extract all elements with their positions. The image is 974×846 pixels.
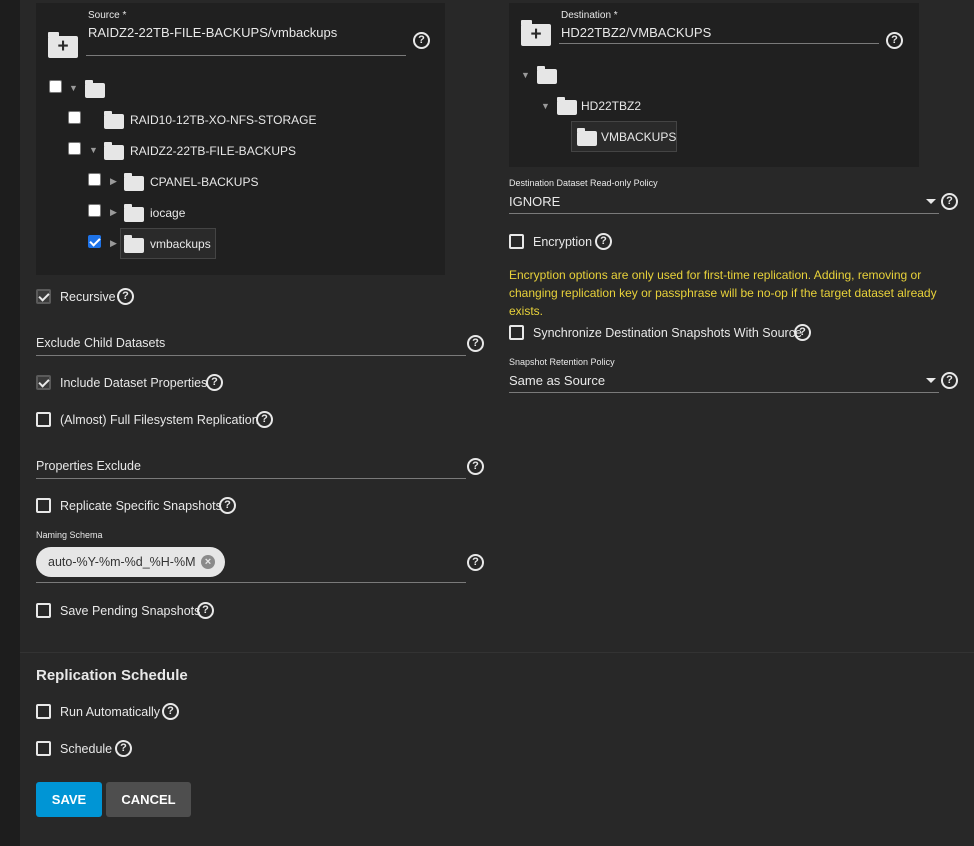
folder-icon [104, 142, 124, 160]
naming-schema-underline [36, 582, 466, 583]
folder-icon [124, 235, 144, 253]
retention-help-icon[interactable]: ? [941, 372, 958, 389]
dest-tree-node-child[interactable]: VMBACKUPS [601, 130, 676, 144]
retention-policy-underline [509, 392, 939, 393]
sync-dest-checkbox[interactable] [509, 325, 524, 340]
add-folder-icon[interactable]: + [48, 32, 78, 58]
tree-root-checkbox[interactable] [49, 80, 62, 93]
full-fs-label: (Almost) Full Filesystem Replication [60, 413, 259, 427]
encryption-checkbox[interactable] [509, 234, 524, 249]
naming-schema-chip[interactable]: auto-%Y-%m-%d_%H-%M [36, 547, 225, 577]
retention-policy-label: Snapshot Retention Policy [509, 357, 615, 367]
source-input[interactable]: RAIDZ2-22TB-FILE-BACKUPS/vmbackups [88, 25, 406, 56]
recursive-label: Recursive [60, 290, 116, 304]
cancel-button[interactable]: CANCEL [106, 782, 191, 817]
readonly-policy-label: Destination Dataset Read-only Policy [509, 178, 658, 188]
naming-schema-chip-text: auto-%Y-%m-%d_%H-%M [48, 555, 196, 569]
chip-remove-icon[interactable]: × [201, 555, 215, 569]
folder-icon [124, 173, 144, 191]
schedule-checkbox[interactable] [36, 741, 51, 756]
include-props-label: Include Dataset Properties [60, 376, 208, 390]
include-props-help-icon[interactable]: ? [206, 374, 223, 391]
save-pending-checkbox[interactable] [36, 603, 51, 618]
save-pending-help-icon[interactable]: ? [197, 602, 214, 619]
destination-input-underline [559, 43, 879, 44]
expand-arrow-icon[interactable]: ▼ [89, 145, 98, 155]
expand-arrow-icon[interactable]: ▼ [521, 70, 530, 80]
readonly-policy-underline [509, 213, 939, 214]
tree-cpanel-checkbox[interactable] [88, 173, 101, 186]
recursive-checkbox[interactable] [36, 289, 51, 304]
folder-icon [557, 97, 577, 115]
destination-tree-box: + Destination * HD22TBZ2/VMBACKUPS ? ▼ ▼… [509, 3, 919, 167]
exclude-child-underline [36, 355, 466, 356]
expand-arrow-icon[interactable]: ▼ [69, 83, 78, 93]
tree-vmbackups-checkbox[interactable] [88, 235, 101, 248]
naming-schema-help-icon[interactable]: ? [467, 554, 484, 571]
naming-schema-label: Naming Schema [36, 530, 103, 540]
source-tree-box: + Source * RAIDZ2-22TB-FILE-BACKUPS/vmba… [36, 3, 445, 275]
expand-arrow-icon[interactable]: ▼ [541, 101, 550, 111]
folder-icon [85, 80, 105, 98]
schedule-label: Schedule [60, 742, 113, 756]
tree-node-raid10[interactable]: RAID10-12TB-XO-NFS-STORAGE [130, 113, 316, 127]
recursive-help-icon[interactable]: ? [117, 288, 134, 305]
folder-icon [537, 66, 557, 84]
run-auto-checkbox[interactable] [36, 704, 51, 719]
sync-dest-help-icon[interactable]: ? [794, 324, 811, 341]
replicate-specific-checkbox[interactable] [36, 498, 51, 513]
destination-help-icon[interactable]: ? [886, 32, 903, 49]
schedule-help-icon[interactable]: ? [115, 740, 132, 757]
replication-form-panel: + Source * RAIDZ2-22TB-FILE-BACKUPS/vmba… [20, 0, 974, 846]
destination-input[interactable]: HD22TBZ2/VMBACKUPS [561, 25, 879, 40]
folder-icon [577, 128, 597, 146]
tree-node-cpanel[interactable]: CPANEL-BACKUPS [150, 175, 258, 189]
collapse-arrow-icon[interactable]: ▶ [110, 238, 117, 249]
encryption-warning: Encryption options are only used for fir… [509, 268, 937, 318]
exclude-child-help-icon[interactable]: ? [467, 335, 484, 352]
tree-raid10-checkbox[interactable] [68, 111, 81, 124]
save-button[interactable]: SAVE [36, 782, 102, 817]
collapse-arrow-icon[interactable]: ▶ [110, 207, 117, 218]
folder-icon [104, 111, 124, 129]
exclude-child-input[interactable]: Exclude Child Datasets [36, 336, 165, 350]
destination-label: Destination * [561, 10, 618, 21]
full-fs-checkbox[interactable] [36, 412, 51, 427]
source-input-underline [86, 55, 406, 56]
tree-node-raidz2[interactable]: RAIDZ2-22TB-FILE-BACKUPS [130, 144, 296, 158]
tree-iocage-checkbox[interactable] [88, 204, 101, 217]
sync-dest-label: Synchronize Destination Snapshots With S… [533, 326, 802, 340]
readonly-policy-help-icon[interactable]: ? [941, 193, 958, 210]
tree-node-vmbackups[interactable]: vmbackups [150, 237, 211, 251]
save-pending-label: Save Pending Snapshots [60, 604, 201, 618]
run-auto-label: Run Automatically [60, 705, 161, 719]
include-props-checkbox[interactable] [36, 375, 51, 390]
props-exclude-help-icon[interactable]: ? [467, 458, 484, 475]
run-auto-help-icon[interactable]: ? [162, 703, 179, 720]
readonly-policy-select[interactable]: IGNORE [509, 194, 560, 209]
collapse-arrow-icon[interactable]: ▶ [110, 176, 117, 187]
section-divider [20, 652, 974, 653]
chevron-down-icon[interactable] [926, 378, 936, 383]
source-help-icon[interactable]: ? [413, 32, 430, 49]
tree-raidz2-checkbox[interactable] [68, 142, 81, 155]
retention-policy-select[interactable]: Same as Source [509, 373, 605, 388]
tree-node-iocage[interactable]: iocage [150, 206, 185, 220]
encryption-help-icon[interactable]: ? [595, 233, 612, 250]
dest-tree-node-pool[interactable]: HD22TBZ2 [581, 99, 641, 113]
replicate-specific-help-icon[interactable]: ? [219, 497, 236, 514]
replication-schedule-title: Replication Schedule [36, 667, 188, 684]
encryption-label: Encryption [533, 235, 593, 249]
full-fs-help-icon[interactable]: ? [256, 411, 273, 428]
chevron-down-icon[interactable] [926, 199, 936, 204]
folder-icon [124, 204, 144, 222]
replicate-specific-label: Replicate Specific Snapshots [60, 499, 222, 513]
props-exclude-input[interactable]: Properties Exclude [36, 459, 141, 473]
props-exclude-underline [36, 478, 466, 479]
add-folder-icon[interactable]: + [521, 20, 551, 46]
source-label: Source * [88, 10, 127, 21]
